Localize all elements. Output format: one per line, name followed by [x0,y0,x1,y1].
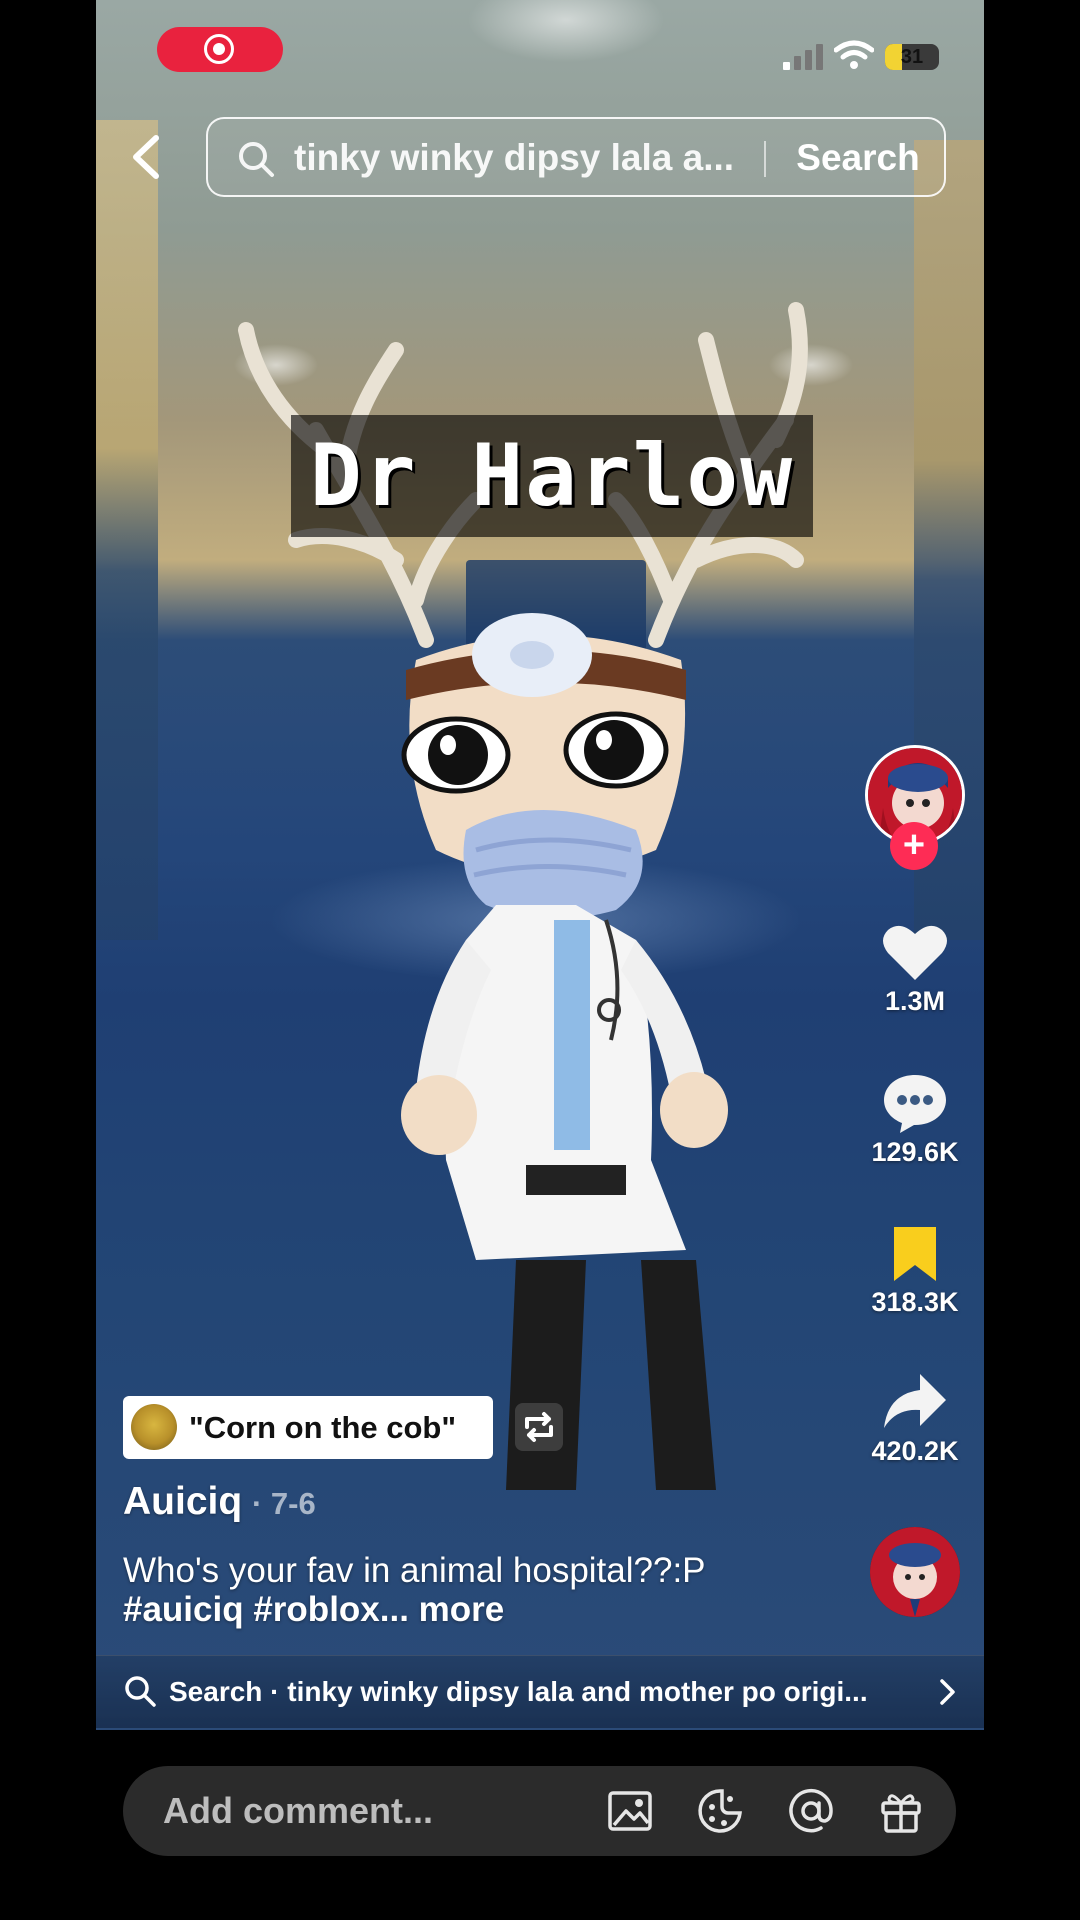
chevron-right-icon [940,1679,955,1705]
like-button[interactable]: 1.3M [855,922,975,1017]
search-icon [239,142,274,177]
comment-placeholder[interactable]: Add comment... [163,1766,433,1856]
music-disc-image [870,1527,960,1617]
search-button[interactable]: Search [774,119,942,197]
sound-chip[interactable]: "Corn on the cob" [123,1396,493,1459]
comment-button[interactable]: 129.6K [855,1073,975,1168]
sound-label: "Corn on the cob" [189,1410,457,1445]
like-count: 1.3M [884,986,946,1016]
search-bar[interactable]: tinky winky dipsy lala a... Search [206,117,946,197]
save-button[interactable]: 318.3K [855,1225,975,1318]
related-search-text: Search · tinky winky dipsy lala and moth… [169,1676,868,1707]
share-button[interactable]: 420.2K [855,1372,975,1467]
author-name[interactable]: Auiciq [123,1480,242,1524]
sound-thumbnail [131,1404,177,1450]
video-frame[interactable] [96,0,984,1730]
video-overlay-title: Dr Harlow [291,415,813,537]
doctor-deer-character [238,302,808,1490]
bookmark-icon [894,1227,936,1281]
battery-indicator: 31 [885,44,939,70]
hashtag-roblox[interactable]: #roblox [253,1590,379,1629]
post-date: · 7-6 [252,1486,316,1521]
follow-plus-button[interactable]: + [890,822,938,870]
search-divider [764,141,766,177]
record-icon [204,34,234,64]
share-arrow-icon [884,1374,946,1428]
wifi-icon [834,40,874,69]
heart-icon [883,925,947,980]
search-query[interactable]: tinky winky dipsy lala a... [294,119,754,197]
battery-level: 31 [900,46,924,68]
music-disc-avatar[interactable] [870,1527,960,1617]
more-link[interactable]: ... more [380,1590,504,1629]
related-search-bar[interactable]: Search · tinky winky dipsy lala and moth… [96,1655,984,1728]
comment-count: 129.6K [871,1137,959,1167]
search-icon [125,1676,156,1707]
video-description[interactable]: Who's your fav in animal hospital??:P #a… [123,1551,773,1629]
gift-icon[interactable] [877,1787,925,1835]
comment-bubble-icon [884,1075,946,1133]
comment-input-bar[interactable]: Add comment... [123,1766,956,1856]
overlay-title-text: Dr Harlow [310,426,794,526]
hashtag-auiciq[interactable]: #auiciq [123,1590,244,1629]
back-arrow-icon[interactable] [128,132,164,182]
mention-icon[interactable] [787,1787,835,1835]
share-count: 420.2K [871,1436,959,1466]
save-count: 318.3K [871,1287,959,1317]
cellular-signal-icon [783,44,823,70]
description-text: Who's your fav in animal hospital??:P [123,1551,705,1590]
emoji-sticker-icon[interactable] [696,1787,744,1835]
repost-icon[interactable] [515,1397,563,1457]
screen-recording-indicator[interactable] [157,27,283,72]
image-icon[interactable] [606,1787,654,1835]
